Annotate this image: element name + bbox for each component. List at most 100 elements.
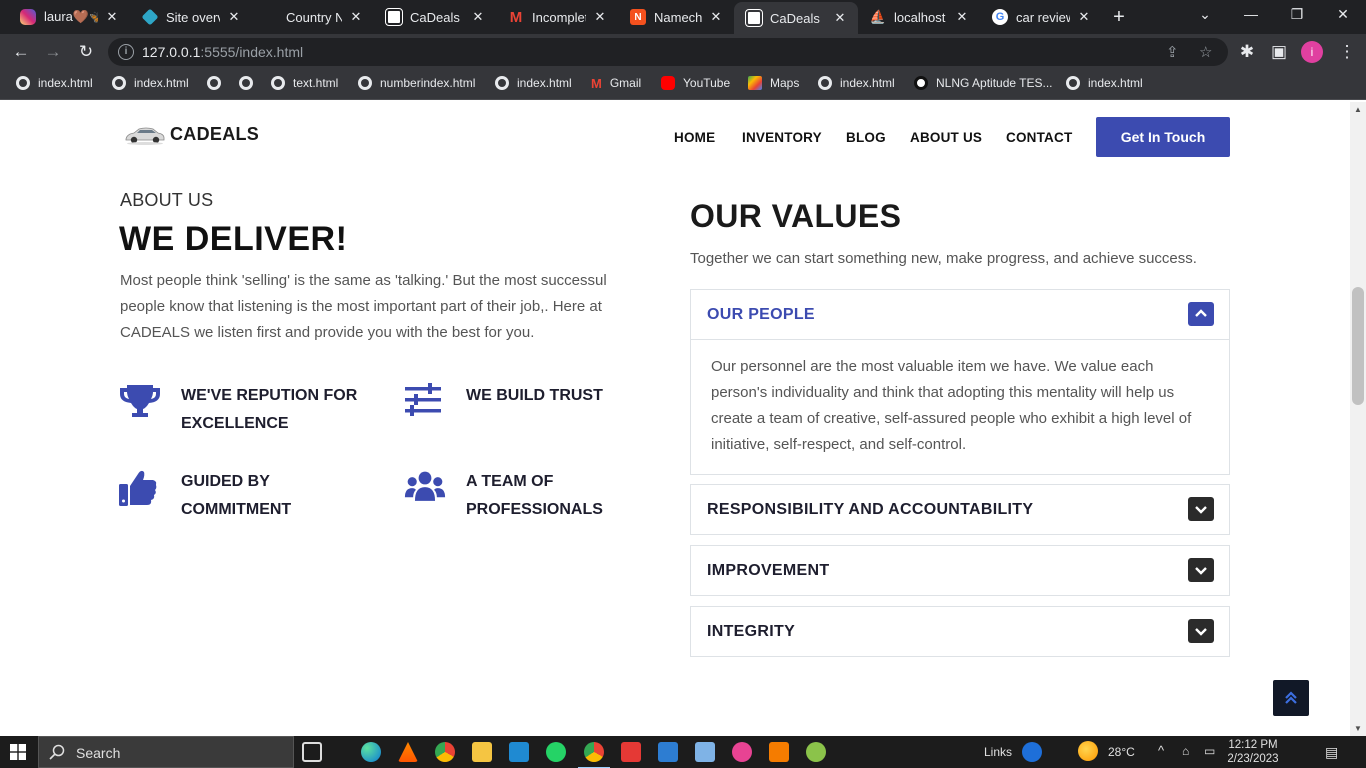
windows-start-icon[interactable] bbox=[10, 744, 26, 760]
weather-icon[interactable] bbox=[1078, 741, 1098, 761]
xampp-icon[interactable] bbox=[769, 742, 789, 762]
phpmyadmin-icon: ⛵ bbox=[869, 9, 887, 24]
close-icon[interactable]: ✕ bbox=[708, 9, 724, 25]
google-icon: G bbox=[992, 9, 1008, 25]
site-info-icon[interactable]: i bbox=[118, 44, 134, 60]
restore-button[interactable]: ❐ bbox=[1282, 6, 1312, 23]
page-scrollbar[interactable]: ▲ ▼ bbox=[1350, 102, 1366, 736]
vscode-icon[interactable] bbox=[509, 742, 529, 762]
accordion-header[interactable]: INTEGRITY bbox=[691, 607, 1229, 656]
back-button[interactable]: ← bbox=[10, 41, 32, 63]
tab-localhost[interactable]: ⛵ localhost / ✕ bbox=[858, 2, 980, 32]
vlc-icon[interactable] bbox=[398, 742, 418, 762]
nav-contact[interactable]: CONTACT bbox=[1006, 130, 1072, 145]
bookmark-item[interactable]: index.html bbox=[112, 76, 189, 90]
accordion-header[interactable]: IMPROVEMENT bbox=[691, 546, 1229, 595]
scroll-down-arrow[interactable]: ▼ bbox=[1354, 724, 1362, 733]
nav-about[interactable]: ABOUT US bbox=[910, 130, 982, 145]
about-kicker: ABOUT US bbox=[120, 190, 214, 210]
close-icon[interactable]: ✕ bbox=[832, 10, 848, 26]
nav-blog[interactable]: BLOG bbox=[846, 130, 886, 145]
accordion-header[interactable]: OUR PEOPLE bbox=[691, 290, 1229, 339]
bookmark-item[interactable]: text.html bbox=[271, 76, 338, 90]
itunes-icon[interactable] bbox=[732, 742, 752, 762]
close-icon[interactable]: ✕ bbox=[104, 9, 120, 25]
bookmark-item[interactable] bbox=[207, 76, 229, 90]
task-view-icon[interactable] bbox=[302, 742, 322, 762]
bookmark-item[interactable]: index.html bbox=[1066, 76, 1143, 90]
accordion-improvement: IMPROVEMENT bbox=[690, 545, 1230, 596]
forward-button[interactable]: → bbox=[42, 41, 64, 63]
photos-icon[interactable] bbox=[658, 742, 678, 762]
close-icon[interactable]: ✕ bbox=[348, 9, 364, 25]
anydesk-icon[interactable] bbox=[621, 742, 641, 762]
tab-car-reviews[interactable]: G car reviews ✕ bbox=[980, 2, 1102, 32]
notification-icon[interactable]: ▤ bbox=[1325, 744, 1338, 761]
site-logo[interactable]: CADEALS bbox=[124, 122, 259, 146]
close-icon[interactable]: ✕ bbox=[226, 9, 242, 25]
bookmark-gmail[interactable]: M Gmail bbox=[591, 76, 641, 91]
chrome-icon[interactable] bbox=[435, 742, 455, 762]
weather-temp[interactable]: 28°C bbox=[1108, 745, 1135, 759]
tray-chevron-icon[interactable]: ^ bbox=[1158, 743, 1164, 758]
reload-button[interactable]: ↻ bbox=[75, 41, 97, 63]
tab-search-button[interactable]: ⌄ bbox=[1190, 6, 1220, 23]
notepad-icon[interactable] bbox=[695, 742, 715, 762]
chevron-down-icon[interactable] bbox=[1188, 619, 1214, 643]
bookmark-star-icon[interactable]: ☆ bbox=[1199, 43, 1212, 61]
media-player-icon[interactable] bbox=[806, 742, 826, 762]
close-window-button[interactable]: ✕ bbox=[1328, 6, 1358, 23]
bookmark-item[interactable]: numberindex.html bbox=[358, 76, 475, 90]
tab-title: car reviews bbox=[1016, 9, 1070, 25]
edge-icon[interactable] bbox=[361, 742, 381, 762]
side-panel-icon[interactable]: ▣ bbox=[1268, 41, 1290, 63]
whatsapp-icon[interactable] bbox=[546, 742, 566, 762]
links-toolbar[interactable]: Links bbox=[984, 745, 1012, 759]
bookmark-youtube[interactable]: YouTube bbox=[661, 76, 730, 90]
tab-cadeals-active[interactable]: CaDeals ✕ bbox=[734, 2, 858, 34]
tab-country[interactable]: Country N ✕ bbox=[252, 2, 374, 32]
accordion-header[interactable]: RESPONSIBILITY AND ACCOUNTABILITY bbox=[691, 485, 1229, 534]
profile-avatar[interactable]: i bbox=[1301, 41, 1323, 63]
help-icon[interactable] bbox=[1022, 742, 1042, 762]
extensions-icon[interactable]: ✱ bbox=[1236, 41, 1258, 63]
tab-cadeals-1[interactable]: CaDeals ✕ bbox=[374, 2, 496, 32]
tab-site-overview[interactable]: Site overvie ✕ bbox=[130, 2, 252, 32]
globe-icon bbox=[818, 76, 832, 90]
chevron-down-icon[interactable] bbox=[1188, 558, 1214, 582]
network-icon[interactable]: ⌂ bbox=[1182, 744, 1189, 758]
close-icon[interactable]: ✕ bbox=[1076, 9, 1092, 25]
scrollbar-thumb[interactable] bbox=[1352, 287, 1364, 405]
taskbar-clock[interactable]: 12:12 PM 2/23/2023 bbox=[1222, 738, 1284, 766]
battery-icon[interactable]: ▭ bbox=[1204, 744, 1215, 758]
chevron-up-icon[interactable] bbox=[1188, 302, 1214, 326]
bookmark-item[interactable]: index.html bbox=[818, 76, 895, 90]
minimize-button[interactable]: — bbox=[1236, 6, 1266, 22]
bookmark-maps[interactable]: Maps bbox=[748, 76, 799, 90]
back-to-top-button[interactable] bbox=[1273, 680, 1309, 716]
tab-title: Namechea bbox=[654, 9, 702, 25]
taskbar-search[interactable]: Search bbox=[38, 736, 294, 768]
address-bar[interactable]: i 127.0.0.1:5555/index.html ⇪ ☆ bbox=[108, 38, 1228, 66]
share-icon[interactable]: ⇪ bbox=[1166, 43, 1179, 61]
bookmark-item[interactable] bbox=[239, 76, 261, 90]
url-text[interactable]: 127.0.0.1:5555/index.html bbox=[142, 44, 303, 60]
bookmark-item[interactable]: index.html bbox=[495, 76, 572, 90]
close-icon[interactable]: ✕ bbox=[592, 9, 608, 25]
file-explorer-icon[interactable] bbox=[472, 742, 492, 762]
close-icon[interactable]: ✕ bbox=[954, 9, 970, 25]
tab-gmail[interactable]: M Incomplete ✕ bbox=[496, 2, 618, 32]
new-tab-button[interactable]: + bbox=[1108, 6, 1130, 29]
close-icon[interactable]: ✕ bbox=[470, 9, 486, 25]
tab-instagram[interactable]: laura🤎🦋 ✕ bbox=[8, 2, 130, 32]
bookmark-nlng[interactable]: NLNG Aptitude TES... bbox=[914, 76, 1053, 90]
get-in-touch-button[interactable]: Get In Touch bbox=[1096, 117, 1230, 157]
nav-inventory[interactable]: INVENTORY bbox=[742, 130, 822, 145]
tab-namecheap[interactable]: N Namechea ✕ bbox=[618, 2, 734, 32]
menu-icon[interactable]: ⋮ bbox=[1336, 41, 1358, 63]
nav-home[interactable]: HOME bbox=[674, 130, 715, 145]
chrome-active-icon[interactable] bbox=[578, 742, 610, 768]
scroll-up-arrow[interactable]: ▲ bbox=[1354, 105, 1362, 114]
bookmark-item[interactable]: index.html bbox=[16, 76, 93, 90]
chevron-down-icon[interactable] bbox=[1188, 497, 1214, 521]
